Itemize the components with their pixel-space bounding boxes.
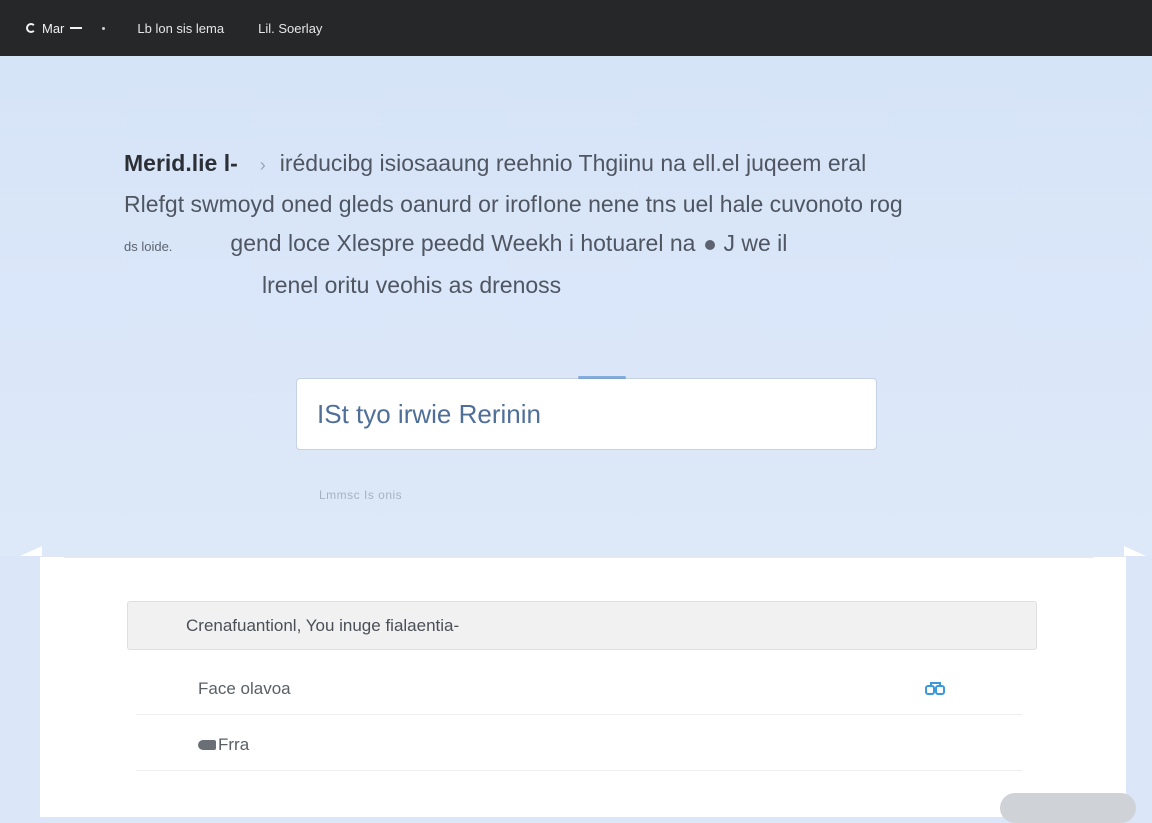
list-item[interactable]: Face olavoa — [136, 663, 1022, 715]
results-header-label: Crenafuantionl, You inuge fialaentia- — [186, 615, 460, 635]
tag-icon — [198, 739, 216, 750]
search-hint: Lmmsc Is onis — [319, 488, 403, 502]
list-item[interactable]: Frra — [136, 719, 1022, 771]
link-icon-graphic — [925, 682, 945, 695]
results-panel: Crenafuantionl, You inuge fialaentia- Fa… — [40, 556, 1126, 817]
hero-line-1-lead: Merid.lie l- — [124, 150, 238, 176]
brand-dash-icon — [70, 27, 83, 29]
hero-line-1-text: iréducibg isiosaaung reehnio Thgiinu na … — [279, 150, 867, 176]
list-item-label: Face olavoa — [198, 678, 291, 698]
hero-line-2: Rlefgt swmoyd oned gleds oanurd or irofI… — [124, 185, 1024, 224]
hero-description: Merid.lie l- › iréducibg isiosaaung reehni… — [124, 144, 1024, 305]
list-item-label: Frra — [218, 734, 250, 754]
hero-line-2-text: Rlefgt swmoyd oned gleds oanurd or irofI… — [124, 191, 903, 217]
panel-flare-left — [20, 546, 42, 556]
panel-flare-right — [1124, 546, 1146, 556]
hero-line-1: Merid.lie l- › iréducibg isiosaaung reehni… — [124, 144, 1024, 185]
hero-section: Merid.lie l- › iréducibg isiosaaung reehni… — [0, 56, 1152, 556]
hero-line-3: ds loide. gend loce Xlespre peedd Weekh i… — [124, 224, 1024, 266]
top-navigation-bar: Mar Lb lon sis lema Lil. Soerlay — [0, 0, 1152, 56]
search-box — [296, 376, 877, 450]
hero-line-3-text-b: J we il — [723, 230, 788, 256]
panel-divider — [64, 557, 1094, 558]
hero-line-4: lrenel oritu veohis as drenoss — [124, 266, 1024, 305]
brand-label: Mar — [42, 20, 65, 36]
hero-line-3-text-a: gend loce Xlespre peedd Weekh i hotuarel… — [230, 230, 696, 256]
hero-line-4-text: lrenel oritu veohis as drenoss — [262, 272, 562, 298]
search-focus-accent — [578, 376, 626, 379]
brand[interactable]: Mar — [26, 20, 106, 36]
floating-action-pill[interactable] — [1000, 793, 1136, 823]
results-header: Crenafuantionl, You inuge fialaentia- — [127, 601, 1037, 650]
brand-dot-icon — [102, 26, 106, 30]
link-icon[interactable] — [924, 679, 948, 697]
chevron-right-icon: › — [259, 155, 266, 175]
search-input[interactable] — [296, 378, 877, 450]
bullet-dot-icon — [705, 239, 716, 250]
nav-link-1[interactable]: Lb lon sis lema — [137, 21, 224, 36]
hero-line-3-lead: ds loide. — [124, 239, 173, 254]
brand-logo-icon — [26, 23, 36, 33]
nav-link-2[interactable]: Lil. Soerlay — [258, 21, 322, 36]
